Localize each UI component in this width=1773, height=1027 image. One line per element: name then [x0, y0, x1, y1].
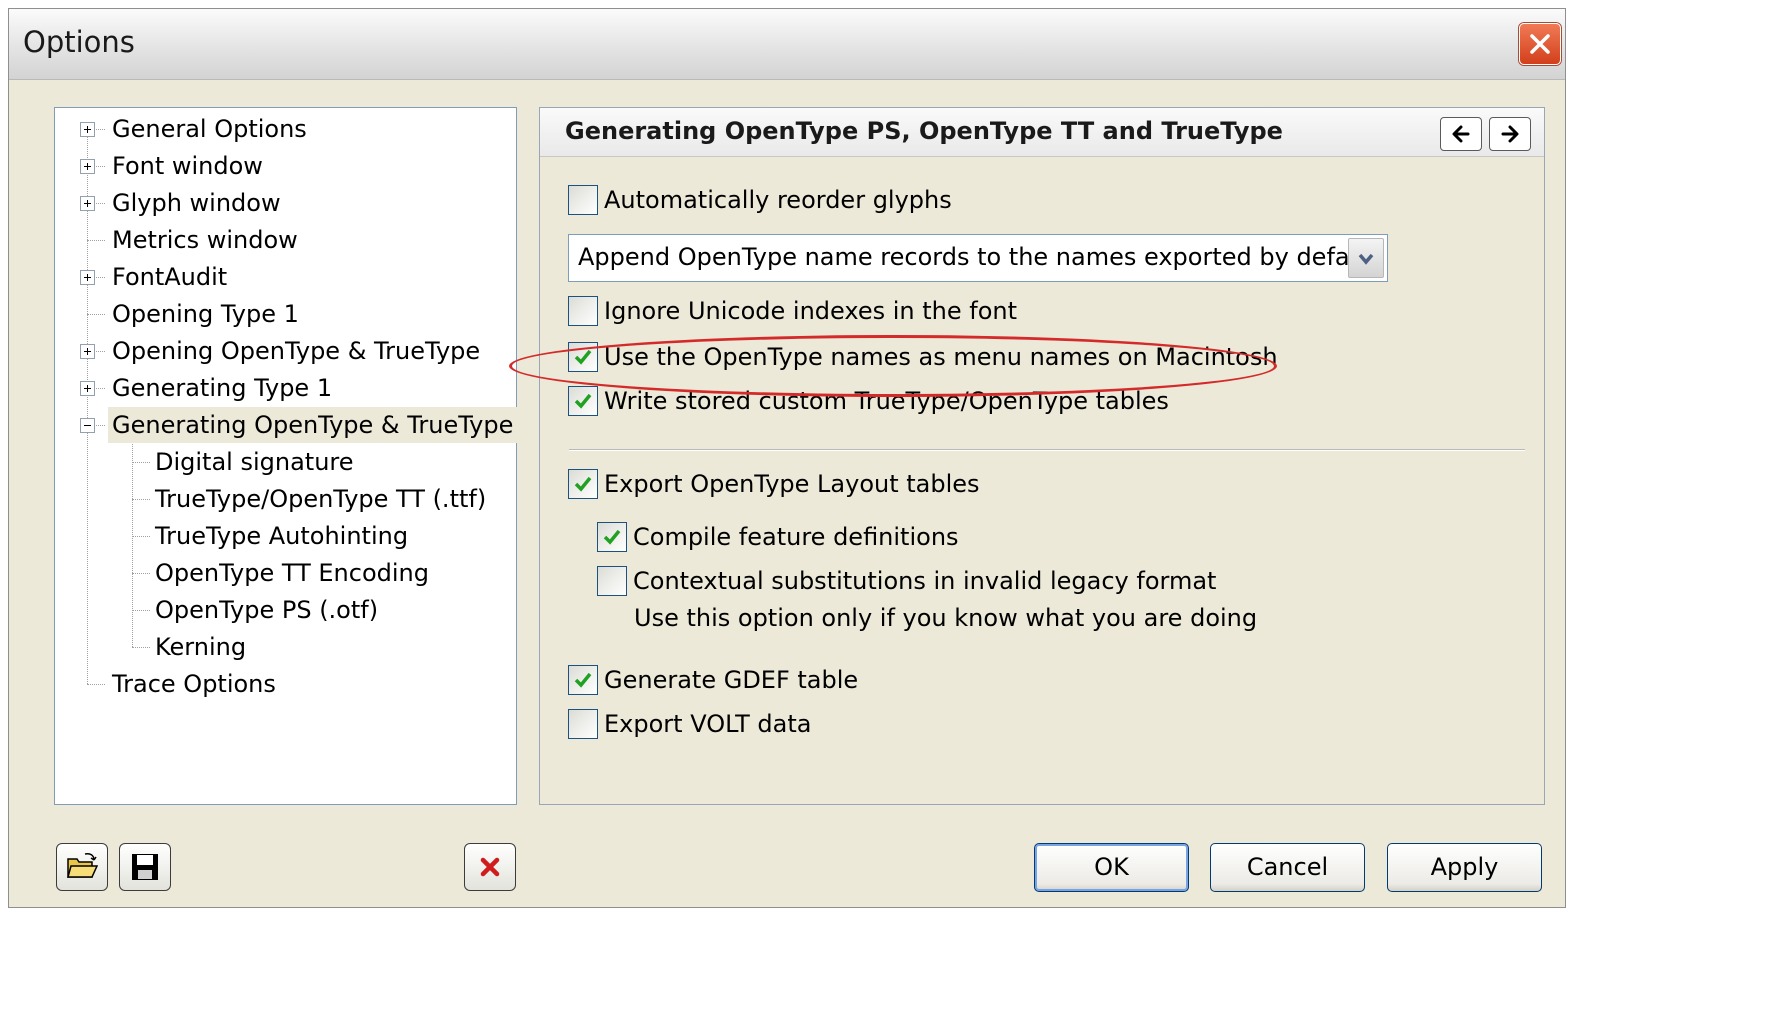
- close-icon: [1530, 34, 1550, 54]
- compile-features-checkbox[interactable]: [597, 522, 627, 552]
- tree-connector: [87, 314, 105, 315]
- collapse-icon[interactable]: [80, 418, 95, 433]
- options-tree: General Options Font window Glyph window Me…: [54, 107, 518, 805]
- tree-item-general-options[interactable]: General Options: [108, 111, 311, 147]
- arrow-right-icon: [1501, 125, 1519, 143]
- tree-item-font-window[interactable]: Font window: [108, 148, 267, 184]
- window-title: Options: [23, 25, 135, 59]
- legacy-format-label: Contextual substitutions in invalid lega…: [633, 567, 1217, 595]
- next-page-button[interactable]: [1489, 117, 1531, 151]
- checkmark-icon: [574, 393, 592, 409]
- previous-page-button[interactable]: [1440, 117, 1482, 151]
- gdef-checkbox[interactable]: [568, 665, 598, 695]
- close-button[interactable]: [1519, 23, 1561, 65]
- volt-checkbox[interactable]: [568, 709, 598, 739]
- tree-item-digital-signature[interactable]: Digital signature: [151, 444, 358, 480]
- tree-item-kerning[interactable]: Kerning: [151, 629, 250, 665]
- ignore-unicode-checkbox[interactable]: [568, 296, 598, 326]
- tree-connector: [132, 433, 133, 647]
- tree-item-generating-opentype-truetype[interactable]: Generating OpenType & TrueType: [108, 407, 518, 443]
- tree-connector: [132, 610, 150, 611]
- arrow-left-icon: [1452, 125, 1470, 143]
- volt-label: Export VOLT data: [604, 710, 812, 738]
- floppy-disk-icon: [132, 854, 158, 880]
- title-bar: Options: [9, 9, 1565, 80]
- tree-connector: [87, 129, 88, 684]
- tree-item-truetype-autohinting[interactable]: TrueType Autohinting: [151, 518, 412, 554]
- expand-icon[interactable]: [80, 122, 95, 137]
- legacy-format-checkbox[interactable]: [597, 566, 627, 596]
- dropdown-button[interactable]: [1348, 238, 1384, 278]
- tree-connector: [132, 462, 150, 463]
- tree-item-metrics-window[interactable]: Metrics window: [108, 222, 302, 258]
- export-layout-label: Export OpenType Layout tables: [604, 470, 980, 498]
- tree-item-trace-options[interactable]: Trace Options: [108, 666, 280, 702]
- gdef-label: Generate GDEF table: [604, 666, 859, 694]
- tree-item-opening-opentype-truetype[interactable]: Opening OpenType & TrueType: [108, 333, 484, 369]
- expand-icon[interactable]: [80, 344, 95, 359]
- custom-tables-label: Write stored custom TrueType/OpenType ta…: [604, 387, 1169, 415]
- tree-connector: [87, 240, 105, 241]
- expand-icon[interactable]: [80, 196, 95, 211]
- expand-icon[interactable]: [80, 270, 95, 285]
- tree-item-opening-type-1[interactable]: Opening Type 1: [108, 296, 303, 332]
- panel-title: Generating OpenType PS, OpenType TT and …: [565, 117, 1283, 145]
- tree-item-generating-type-1[interactable]: Generating Type 1: [108, 370, 336, 406]
- tree-connector: [132, 499, 150, 500]
- delete-button[interactable]: [464, 843, 516, 891]
- options-dialog: Options General Options Font window Glyph …: [8, 8, 1566, 908]
- chevron-down-icon: [1358, 253, 1374, 265]
- export-layout-checkbox[interactable]: [568, 469, 598, 499]
- checkmark-icon: [574, 672, 592, 688]
- checkmark-icon: [603, 529, 621, 545]
- compile-features-label: Compile feature definitions: [633, 523, 959, 551]
- checkmark-icon: [574, 476, 592, 492]
- tree-item-glyph-window[interactable]: Glyph window: [108, 185, 285, 221]
- panel-header: Generating OpenType PS, OpenType TT and …: [540, 108, 1544, 157]
- mac-menu-names-checkbox[interactable]: [568, 342, 598, 372]
- legacy-format-note: Use this option only if you know what yo…: [634, 604, 1258, 632]
- ok-button[interactable]: OK: [1034, 843, 1189, 892]
- tree-connector: [132, 647, 150, 648]
- cancel-button[interactable]: Cancel: [1210, 843, 1365, 892]
- mac-menu-names-label: Use the OpenType names as menu names on …: [604, 343, 1278, 371]
- tree-item-truetype-opentype-tt-ttf[interactable]: TrueType/OpenType TT (.ttf): [151, 481, 490, 517]
- reorder-glyphs-checkbox[interactable]: [568, 185, 598, 215]
- open-button[interactable]: [56, 843, 108, 891]
- separator: [569, 449, 1525, 451]
- expand-icon[interactable]: [80, 381, 95, 396]
- tree-item-opentype-ps-otf[interactable]: OpenType PS (.otf): [151, 592, 382, 628]
- tree-connector: [87, 684, 105, 685]
- red-x-icon: [480, 857, 500, 877]
- apply-button[interactable]: Apply: [1387, 843, 1542, 892]
- expand-icon[interactable]: [80, 159, 95, 174]
- name-records-select[interactable]: Append OpenType name records to the name…: [568, 234, 1388, 282]
- custom-tables-checkbox[interactable]: [568, 386, 598, 416]
- checkmark-icon: [574, 349, 592, 365]
- save-button[interactable]: [119, 843, 171, 891]
- tree-item-fontaudit[interactable]: FontAudit: [108, 259, 231, 295]
- reorder-glyphs-label: Automatically reorder glyphs: [604, 186, 952, 214]
- folder-open-icon: [67, 853, 98, 878]
- ignore-unicode-label: Ignore Unicode indexes in the font: [604, 297, 1017, 325]
- tree-connector: [132, 573, 150, 574]
- tree-connector: [132, 536, 150, 537]
- name-records-value: Append OpenType name records to the name…: [578, 243, 1381, 271]
- tree-item-opentype-tt-encoding[interactable]: OpenType TT Encoding: [151, 555, 433, 591]
